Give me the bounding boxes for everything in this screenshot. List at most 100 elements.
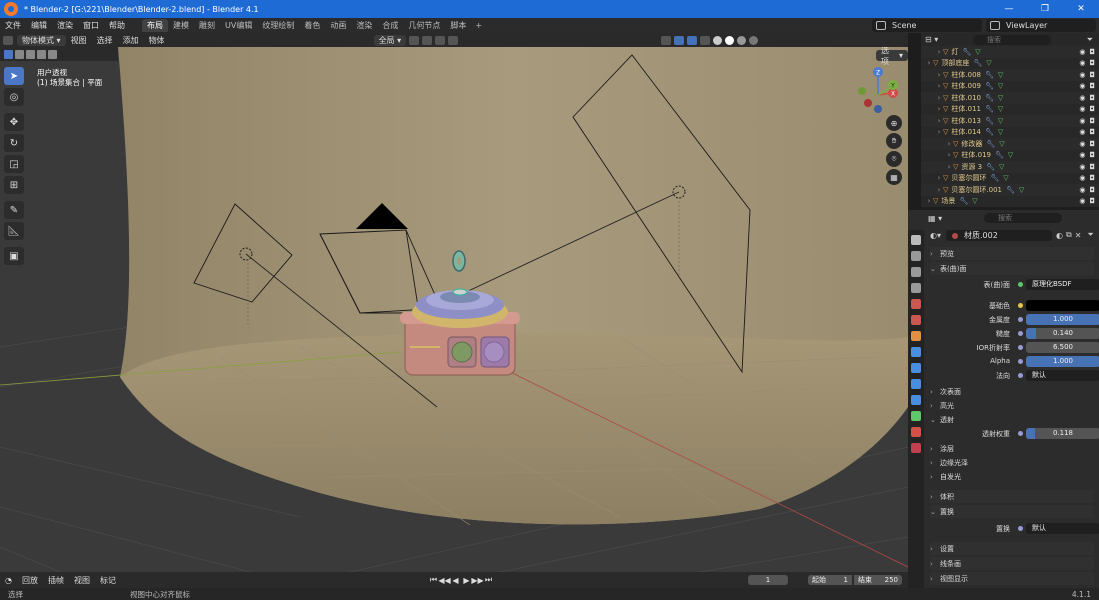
outliner-row[interactable]: › ▽ 柱体.013 🔧︎ ▽ ◉ ◘ (921, 115, 1099, 127)
expand-arrow-icon[interactable]: › (945, 140, 953, 148)
render-camera-icon[interactable]: ◘ (1089, 197, 1095, 205)
normal-field[interactable]: 默认 (1026, 370, 1099, 381)
add-workspace-button[interactable]: + (471, 21, 486, 30)
transform-tool-icon[interactable]: ⊞ (4, 176, 24, 194)
visibility-icon[interactable] (661, 35, 672, 45)
metallic-slider[interactable]: 1.000 (1026, 314, 1099, 325)
prev-keyframe-icon[interactable]: ◀◀ (438, 575, 450, 585)
output-tab-icon[interactable] (911, 267, 921, 277)
eye-icon[interactable]: ◉ (1079, 186, 1085, 194)
material-filter-icon[interactable]: ⏷ (1087, 230, 1093, 240)
expand-arrow-icon[interactable]: › (935, 71, 943, 79)
options-dropdown[interactable]: 选项 ▾ (876, 47, 908, 66)
section-emission[interactable]: › 自发光 (930, 470, 1094, 483)
eye-icon[interactable]: ◉ (1079, 94, 1085, 102)
base-color-socket-icon[interactable] (1018, 303, 1023, 308)
surface-socket-icon[interactable] (1018, 282, 1023, 287)
material-browse-icon[interactable]: ◐▾ (930, 231, 946, 240)
expand-arrow-icon[interactable]: › (945, 163, 953, 171)
mode-dropdown[interactable]: 物体模式 ▾ (17, 34, 66, 46)
expand-arrow-icon[interactable]: › (925, 197, 933, 205)
render-camera-icon[interactable]: ◘ (1089, 105, 1095, 113)
render-camera-icon[interactable]: ◘ (1089, 59, 1095, 67)
solid-shading-icon[interactable] (725, 35, 735, 45)
section-line-art[interactable]: › 线条画 (930, 557, 1094, 570)
section-coat[interactable]: › 涂层 (930, 442, 1094, 455)
play-reverse-icon[interactable]: ◀ (450, 575, 461, 585)
object-tab-icon[interactable] (911, 331, 921, 341)
expand-arrow-icon[interactable]: › (935, 48, 943, 56)
expand-arrow-icon[interactable]: › (935, 105, 943, 113)
outliner-row[interactable]: › ▽ 顶部底座 🔧︎ ▽ ◉ ◘ (921, 58, 1099, 70)
close-button[interactable]: ✕ (1063, 0, 1099, 18)
jump-start-icon[interactable]: ⏮ (428, 575, 439, 585)
outliner-row[interactable]: › ▽ 贝塞尔圆环 🔧︎ ▽ ◉ ◘ (921, 173, 1099, 185)
outliner-row[interactable]: › ▽ 资源 3 🔧︎ ▽ ◉ ◘ (921, 161, 1099, 173)
pivot-icon[interactable] (409, 35, 420, 45)
roughness-socket-icon[interactable] (1018, 331, 1023, 336)
material-tab-icon[interactable] (911, 427, 921, 437)
render-camera-icon[interactable]: ◘ (1089, 151, 1095, 159)
outliner-display-mode-icon[interactable]: ⊟ ▾ (925, 35, 938, 44)
constraints-tab-icon[interactable] (911, 395, 921, 405)
menu-view[interactable]: 视图 (66, 35, 92, 46)
cursor-tool-icon[interactable]: ◎ (4, 88, 24, 106)
snap-target-icon[interactable] (435, 35, 446, 45)
select-new-icon[interactable] (4, 49, 13, 59)
world-tab-icon[interactable] (911, 315, 921, 325)
add-cube-tool-icon[interactable]: ▣ (4, 247, 24, 265)
wireframe-shading-icon[interactable] (713, 35, 723, 45)
render-camera-icon[interactable]: ◘ (1089, 186, 1095, 194)
scale-tool-icon[interactable]: ◲ (4, 155, 24, 173)
render-camera-icon[interactable]: ◘ (1089, 48, 1095, 56)
tab-rendering[interactable]: 渲染 (351, 19, 377, 32)
render-tab-icon[interactable] (911, 251, 921, 261)
eye-icon[interactable]: ◉ (1079, 59, 1085, 67)
expand-arrow-icon[interactable]: › (935, 82, 943, 90)
render-camera-icon[interactable]: ◘ (1089, 71, 1095, 79)
texture-tab-icon[interactable] (911, 443, 921, 453)
select-tool-icon[interactable]: ➤ (4, 67, 24, 85)
eye-icon[interactable]: ◉ (1079, 48, 1085, 56)
fake-user-icon[interactable]: ◐ (1056, 231, 1063, 240)
maximize-button[interactable]: ❐ (1027, 0, 1063, 18)
outliner-row[interactable]: › ▽ 柱体.010 🔧︎ ▽ ◉ ◘ (921, 92, 1099, 104)
transmission-weight-slider[interactable]: 0.118 (1026, 428, 1099, 439)
expand-arrow-icon[interactable]: › (935, 186, 943, 194)
tab-animation[interactable]: 动画 (325, 19, 351, 32)
modifier-tab-icon[interactable] (911, 347, 921, 357)
menu-select[interactable]: 选择 (92, 35, 118, 46)
outliner-row[interactable]: › ▽ 贝塞尔圆环.001 🔧︎ ▽ ◉ ◘ (921, 184, 1099, 196)
perspective-toggle-icon[interactable]: ▦ (886, 169, 902, 185)
jump-end-icon[interactable]: ⏭ (483, 575, 494, 585)
properties-editor-icon[interactable]: ▦ ▾ (928, 214, 942, 223)
filter-icon[interactable]: ⏷ (1087, 35, 1093, 45)
normal-socket-icon[interactable] (1018, 373, 1023, 378)
view-layer-selector[interactable]: ViewLayer (986, 19, 1096, 32)
render-camera-icon[interactable]: ◘ (1089, 174, 1095, 182)
proportional-edit-icon[interactable] (448, 35, 459, 45)
menu-window[interactable]: 窗口 (78, 20, 104, 31)
expand-arrow-icon[interactable]: › (935, 174, 943, 182)
tab-modeling[interactable]: 建模 (168, 19, 194, 32)
start-frame-field[interactable]: 起始 1 (808, 575, 852, 585)
outliner-row[interactable]: › ▽ 柱体.019 🔧︎ ▽ ◉ ◘ (921, 150, 1099, 162)
section-surface[interactable]: ⌄ 表(曲)面 (930, 262, 1094, 275)
move-tool-icon[interactable]: ✥ (4, 113, 24, 131)
eye-icon[interactable]: ◉ (1079, 105, 1085, 113)
surface-shader-field[interactable]: 原理化BSDF (1026, 279, 1099, 290)
eye-icon[interactable]: ◉ (1079, 82, 1085, 90)
render-camera-icon[interactable]: ◘ (1089, 82, 1095, 90)
menu-file[interactable]: 文件 (0, 20, 26, 31)
material-shading-icon[interactable] (737, 35, 747, 45)
section-viewport-display[interactable]: › 视图显示 (930, 572, 1094, 585)
menu-object[interactable]: 物体 (144, 35, 170, 46)
eye-icon[interactable]: ◉ (1079, 163, 1085, 171)
overlay-icon[interactable] (687, 35, 698, 45)
render-camera-icon[interactable]: ◘ (1089, 128, 1095, 136)
eye-icon[interactable]: ◉ (1079, 151, 1085, 159)
physics-tab-icon[interactable] (911, 379, 921, 389)
expand-arrow-icon[interactable]: › (925, 59, 933, 67)
expand-arrow-icon[interactable]: › (935, 94, 943, 102)
section-sheen[interactable]: › 边缘光泽 (930, 456, 1094, 469)
